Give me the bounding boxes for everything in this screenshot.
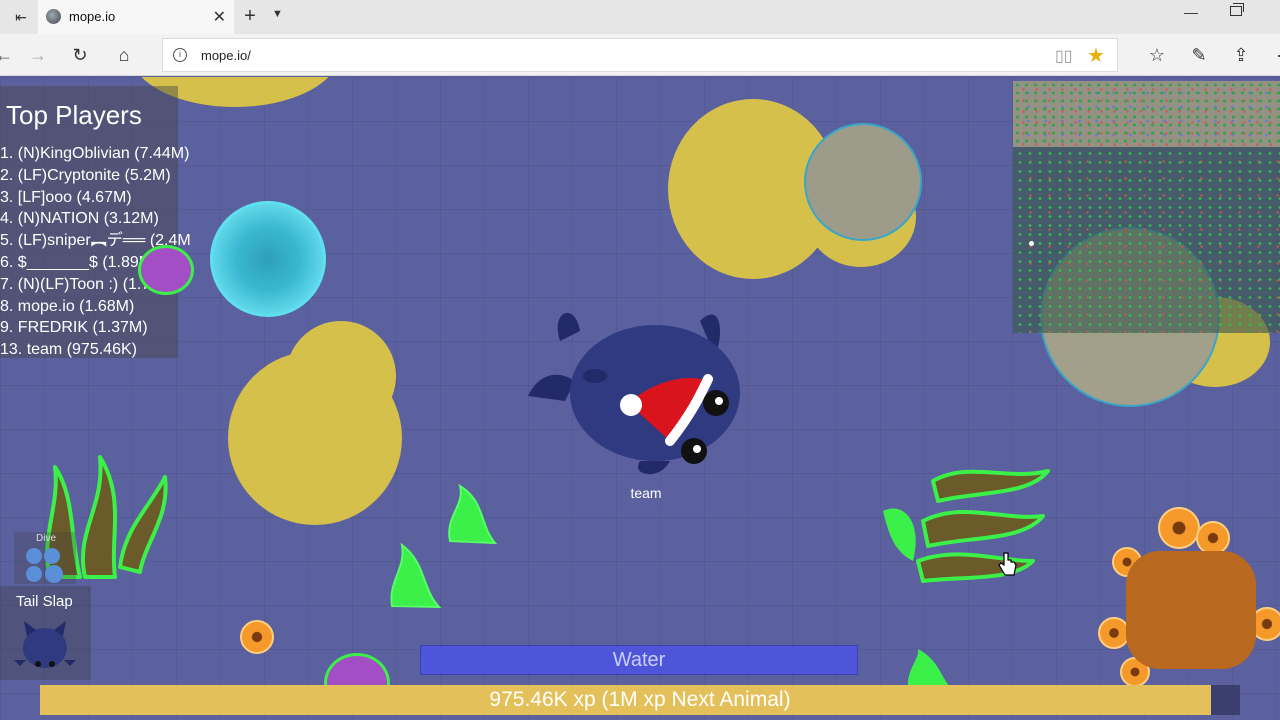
leaderboard-entry: 4. (N)NATION (3.12M) xyxy=(0,210,159,228)
new-tab-button[interactable]: + xyxy=(240,4,260,30)
browser-nav-bar: ← → ↻ ⌂ i mope.io/ ▯▯ ★ ☆ ✎ ⇪ · xyxy=(0,34,1280,76)
kelp-plant xyxy=(390,542,442,609)
address-bar[interactable]: i mope.io/ ▯▯ ★ xyxy=(162,38,1118,72)
share-icon[interactable]: ⇪ xyxy=(1228,42,1254,68)
water-spot xyxy=(210,201,326,317)
browser-tab-bar: ⇤ mope.io ✕ + ▼ — xyxy=(0,0,1280,34)
game-canvas[interactable]: Top Players 1. (N)KingOblivian (7.44M) 2… xyxy=(0,77,1280,720)
mud-pit xyxy=(1126,551,1256,669)
food-blob xyxy=(286,321,396,431)
berry-bush xyxy=(138,245,194,295)
reading-view-icon[interactable]: ▯▯ xyxy=(1055,46,1073,66)
leaderboard-entry: 9. FREDRIK (1.37M) xyxy=(0,319,148,337)
player-name: team xyxy=(630,485,662,501)
leaderboard-entry: 8. mope.io (1.68M) xyxy=(0,297,135,315)
orange-food xyxy=(1196,521,1230,555)
minimize-button[interactable]: — xyxy=(1184,4,1198,20)
kelp-plant xyxy=(907,649,952,689)
minimap-entities xyxy=(1013,81,1280,147)
tab-list-chevron-icon[interactable]: ▼ xyxy=(272,8,283,20)
kelp-plant xyxy=(883,469,1050,583)
home-button[interactable]: ⌂ xyxy=(110,42,138,68)
restore-button[interactable] xyxy=(1230,3,1244,16)
leaderboard-entry: 3. [LF]ooo (4.67M) xyxy=(0,188,132,206)
site-info-icon[interactable]: i xyxy=(173,48,187,62)
refresh-button[interactable]: ↻ xyxy=(66,42,94,68)
back-button[interactable]: ← xyxy=(0,42,18,68)
leaderboard-entry: 1. (N)KingOblivian (7.44M) xyxy=(0,145,190,162)
orange-food xyxy=(1158,507,1200,549)
dive-ability[interactable]: Dive xyxy=(14,532,76,584)
orca-ability-icon xyxy=(14,621,76,668)
tail-slap-ability[interactable]: Tail Slap xyxy=(0,586,91,680)
minimap-entities xyxy=(1013,147,1280,333)
dive-bubbles-icon xyxy=(26,548,63,583)
dive-label: Dive xyxy=(36,533,57,544)
more-icon[interactable]: · xyxy=(1266,42,1280,68)
hand-cursor-icon xyxy=(998,552,1017,576)
browser-tab[interactable]: mope.io ✕ xyxy=(38,0,234,34)
water-meter: Water xyxy=(420,645,858,675)
xp-bar: 975.46K xp (1M xp Next Animal) xyxy=(40,685,1240,715)
player-orca xyxy=(528,312,740,475)
orange-food xyxy=(240,620,274,654)
water-label: Water xyxy=(612,649,666,671)
url-text[interactable]: mope.io/ xyxy=(201,48,251,63)
kelp-plant xyxy=(448,483,498,545)
favorite-star-icon[interactable]: ★ xyxy=(1087,43,1105,68)
tab-actions-icon[interactable]: ⇤ xyxy=(8,6,34,28)
minimap xyxy=(1013,81,1280,333)
minimap-player-marker xyxy=(1029,241,1034,246)
rock-blob xyxy=(804,123,922,241)
tail-slap-label: Tail Slap xyxy=(16,593,73,610)
leaderboard-title: Top Players xyxy=(6,100,142,130)
leaderboard-entry: 2. (LF)Cryptonite (5.2M) xyxy=(0,166,171,184)
leaderboard-entry: 13. team (975.46K) xyxy=(0,341,137,359)
web-notes-icon[interactable]: ✎ xyxy=(1186,42,1212,68)
favicon-icon xyxy=(46,9,61,24)
favorites-icon[interactable]: ☆ xyxy=(1144,42,1170,68)
xp-label: 975.46K xp (1M xp Next Animal) xyxy=(489,688,791,711)
close-tab-icon[interactable]: ✕ xyxy=(213,7,226,27)
leaderboard: Top Players 1. (N)KingOblivian (7.44M) 2… xyxy=(0,86,191,358)
forward-button[interactable]: → xyxy=(24,42,52,68)
tab-title: mope.io xyxy=(69,9,116,24)
